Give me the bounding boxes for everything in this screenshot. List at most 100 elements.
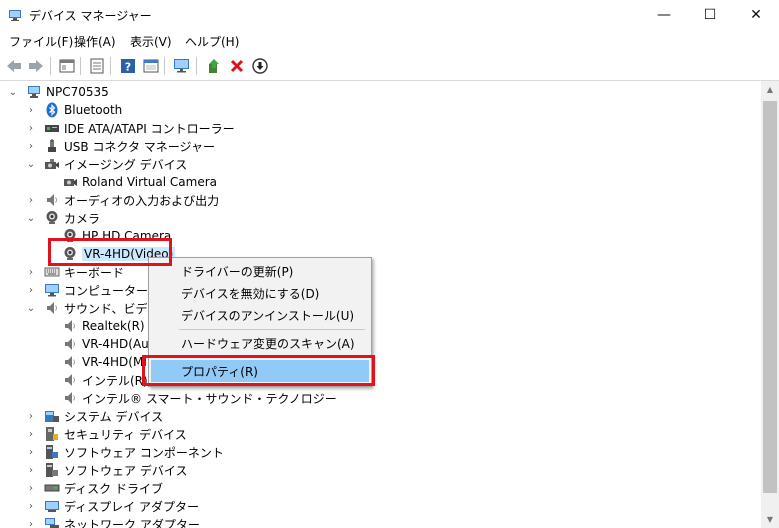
menu-update-driver[interactable]: ドライバーの更新(P) bbox=[151, 260, 369, 282]
tree-item[interactable]: HP HD Camera bbox=[62, 227, 171, 245]
chevron-down-icon[interactable]: ⌄ bbox=[26, 299, 36, 317]
tree-item-label: ネットワーク アダプター bbox=[64, 517, 200, 528]
tree-item-label: Realtek(R) A bbox=[82, 319, 157, 333]
display-adapter-icon bbox=[44, 498, 60, 514]
tree-item[interactable]: › システム デバイス bbox=[26, 407, 163, 425]
tree-item-label: Roland Virtual Camera bbox=[82, 175, 217, 189]
chevron-right-icon[interactable]: › bbox=[26, 101, 36, 119]
tree-item-label: USB コネクタ マネージャー bbox=[64, 139, 215, 154]
tree-item-label: オーディオの入力および出力 bbox=[64, 193, 220, 208]
tree-item[interactable]: VR-4HD(MI bbox=[62, 353, 147, 371]
maximize-button[interactable]: ☐ bbox=[687, 0, 733, 30]
view-window-icon[interactable] bbox=[141, 56, 161, 76]
tree-item[interactable]: › セキュリティ デバイス bbox=[26, 425, 187, 443]
tree-item[interactable]: › ネットワーク アダプター bbox=[26, 515, 200, 528]
device-manager-icon bbox=[9, 10, 21, 21]
tree-root-label: NPC70535 bbox=[46, 85, 109, 99]
close-button[interactable]: ✕ bbox=[733, 0, 779, 30]
chevron-right-icon[interactable]: › bbox=[26, 119, 36, 137]
menu-view[interactable]: 表示(V) bbox=[130, 33, 172, 50]
scroll-down-icon[interactable]: ▼ bbox=[761, 511, 779, 528]
scrollbar-thumb[interactable] bbox=[763, 101, 777, 493]
scan-hardware-icon[interactable] bbox=[172, 56, 192, 76]
chevron-right-icon[interactable]: › bbox=[26, 407, 36, 425]
tree-item-label: HP HD Camera bbox=[82, 229, 172, 243]
menu-uninstall-device[interactable]: デバイスのアンインストール(U) bbox=[151, 304, 369, 326]
menu-file[interactable]: ファイル(F) bbox=[9, 33, 73, 50]
menu-action[interactable]: 操作(A) bbox=[74, 33, 116, 50]
camera-icon bbox=[44, 210, 60, 226]
tree-item[interactable]: › Bluetooth bbox=[26, 101, 122, 119]
menu-help[interactable]: ヘルプ(H) bbox=[185, 33, 239, 50]
tree-item[interactable]: ⌄ カメラ bbox=[26, 209, 100, 227]
speaker-icon bbox=[44, 192, 60, 208]
bluetooth-icon bbox=[44, 102, 60, 118]
chevron-right-icon[interactable]: › bbox=[26, 461, 36, 479]
disk-drive-icon bbox=[44, 480, 60, 496]
speaker-icon bbox=[62, 336, 78, 352]
help-icon[interactable]: ? bbox=[118, 56, 138, 76]
context-menu: ドライバーの更新(P) デバイスを無効にする(D) デバイスのアンインストール(… bbox=[148, 257, 372, 387]
imaging-device-icon bbox=[44, 156, 60, 172]
menu-separator bbox=[179, 329, 365, 330]
tree-item[interactable]: › ソフトウェア コンポーネント bbox=[26, 443, 224, 461]
toolbar-separator bbox=[164, 57, 165, 75]
tree-item[interactable]: › キーボード bbox=[26, 263, 124, 281]
tree-item-label: セキュリティ デバイス bbox=[64, 427, 187, 442]
tree-item-label: キーボード bbox=[64, 265, 125, 280]
tree-root[interactable]: ⌄ NPC70535 bbox=[8, 83, 109, 101]
scroll-up-icon[interactable]: ▲ bbox=[761, 81, 779, 98]
enable-device-icon[interactable] bbox=[250, 56, 270, 76]
tree-item-label: イメージング デバイス bbox=[64, 157, 188, 172]
menu-scan-hardware[interactable]: ハードウェア変更のスキャン(A) bbox=[151, 332, 369, 354]
tree-item-label: ディスク ドライブ bbox=[64, 481, 163, 496]
tree-item[interactable]: › オーディオの入力および出力 bbox=[26, 191, 219, 209]
chevron-right-icon[interactable]: › bbox=[26, 479, 36, 497]
tree-item[interactable]: › ディスプレイ アダプター bbox=[26, 497, 199, 515]
window-title: デバイス マネージャー bbox=[29, 9, 152, 23]
camera-icon bbox=[62, 246, 78, 262]
toolbar-separator bbox=[80, 57, 81, 75]
security-device-icon bbox=[44, 426, 60, 442]
view-icon[interactable] bbox=[57, 56, 77, 76]
minimize-button[interactable]: — bbox=[641, 0, 687, 30]
menu-scan-hardware-label: ハードウェア変更のスキャン(A) bbox=[181, 336, 355, 351]
tree-item-label: ディスプレイ アダプター bbox=[64, 499, 199, 514]
tree-item[interactable]: › ディスク ドライブ bbox=[26, 479, 163, 497]
tree-item[interactable]: Realtek(R) A bbox=[62, 317, 157, 335]
device-tree: ⌄ NPC70535 › Bluetooth › IDE ATA/ATAPI コントロ… bbox=[0, 81, 761, 528]
forward-icon[interactable] bbox=[26, 56, 46, 76]
menu-bar: ファイル(F) 操作(A) 表示(V) ヘルプ(H) bbox=[0, 30, 779, 52]
tree-item[interactable]: ⌄ イメージング デバイス bbox=[26, 155, 187, 173]
menu-properties[interactable]: プロパティ(R) bbox=[151, 360, 369, 382]
uninstall-icon[interactable] bbox=[227, 56, 247, 76]
chevron-down-icon[interactable]: ⌄ bbox=[8, 83, 18, 101]
chevron-right-icon[interactable]: › bbox=[26, 425, 36, 443]
title-bar: デバイス マネージャー — ☐ ✕ bbox=[0, 0, 779, 30]
chevron-right-icon[interactable]: › bbox=[26, 263, 36, 281]
chevron-down-icon[interactable]: ⌄ bbox=[26, 209, 36, 227]
chevron-right-icon[interactable]: › bbox=[26, 137, 36, 155]
chevron-right-icon[interactable]: › bbox=[26, 443, 36, 461]
chevron-right-icon[interactable]: › bbox=[26, 515, 36, 528]
tree-item[interactable]: VR-4HD(Aud bbox=[62, 335, 156, 353]
vertical-scrollbar[interactable]: ▲ ▼ bbox=[761, 81, 779, 528]
toolbar-separator bbox=[50, 57, 51, 75]
back-icon[interactable] bbox=[4, 56, 24, 76]
chevron-down-icon[interactable]: ⌄ bbox=[26, 155, 36, 173]
chevron-right-icon[interactable]: › bbox=[26, 497, 36, 515]
toolbar-separator bbox=[196, 57, 197, 75]
tree-item[interactable]: Roland Virtual Camera bbox=[62, 173, 217, 191]
tree-item[interactable]: › ソフトウェア デバイス bbox=[26, 461, 187, 479]
menu-disable-device[interactable]: デバイスを無効にする(D) bbox=[151, 282, 369, 304]
tree-item[interactable]: › IDE ATA/ATAPI コントローラー bbox=[26, 119, 235, 137]
update-driver-icon[interactable] bbox=[204, 56, 224, 76]
toolbar: ? bbox=[0, 52, 779, 81]
properties-icon[interactable] bbox=[87, 56, 107, 76]
chevron-right-icon[interactable]: › bbox=[26, 191, 36, 209]
tree-item[interactable]: › USB コネクタ マネージャー bbox=[26, 137, 215, 155]
tree-item[interactable]: › コンピューター bbox=[26, 281, 148, 299]
chevron-right-icon[interactable]: › bbox=[26, 281, 36, 299]
tree-item[interactable]: インテル® スマート・サウンド・テクノロジー bbox=[62, 389, 337, 407]
toolbar-separator bbox=[110, 57, 111, 75]
